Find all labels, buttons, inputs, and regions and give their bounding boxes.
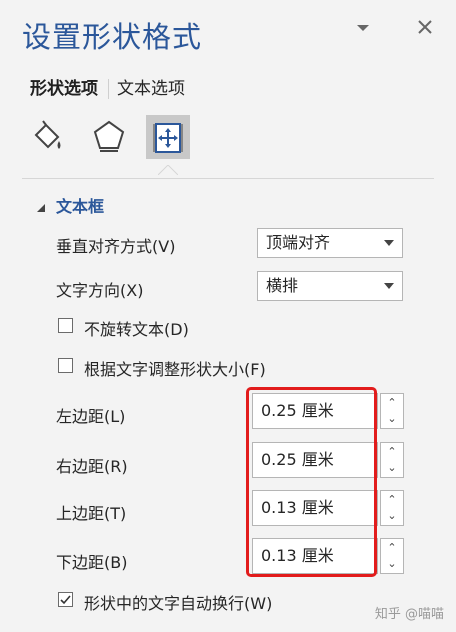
tab-separator: [108, 79, 109, 99]
no-rotate-checkbox[interactable]: [58, 318, 73, 333]
dropdown-arrow-icon: [384, 240, 394, 246]
right-margin-spinner[interactable]: ⌃ ⌄: [380, 442, 404, 478]
category-icon-row: [24, 115, 224, 175]
no-rotate-label[interactable]: 不旋转文本(D): [84, 316, 189, 340]
top-margin-spinner[interactable]: ⌃ ⌄: [380, 490, 404, 526]
vertical-align-label: 垂直对齐方式(V): [56, 237, 176, 256]
spin-down-icon[interactable]: ⌄: [381, 557, 403, 570]
tab-text-options[interactable]: 文本选项: [117, 74, 195, 99]
close-icon: [418, 20, 432, 34]
dropdown-arrow-icon: [384, 283, 394, 289]
active-tab-pointer: [158, 165, 178, 175]
spin-up-icon[interactable]: ⌃: [381, 493, 403, 506]
section-divider: [22, 178, 434, 179]
pentagon-icon: [93, 120, 125, 152]
spin-up-icon[interactable]: ⌃: [381, 445, 403, 458]
spin-down-icon[interactable]: ⌄: [381, 461, 403, 474]
wrap-text-label[interactable]: 形状中的文字自动换行(W): [84, 590, 272, 614]
spin-down-icon[interactable]: ⌄: [381, 412, 403, 425]
autofit-label[interactable]: 根据文字调整形状大小(F): [84, 356, 266, 380]
highlight-box: [246, 387, 377, 577]
top-margin-label: 上边距(T): [56, 504, 127, 523]
fill-line-button[interactable]: [26, 115, 70, 159]
left-margin-spinner[interactable]: ⌃ ⌄: [380, 393, 404, 429]
text-direction-value: 横排: [266, 276, 299, 295]
text-direction-label: 文字方向(X): [56, 281, 144, 300]
left-margin-label: 左边距(L): [56, 407, 126, 426]
section-textbox-header[interactable]: 文本框: [56, 193, 104, 217]
spin-up-icon[interactable]: ⌃: [381, 396, 403, 409]
bottom-margin-spinner[interactable]: ⌃ ⌄: [380, 538, 404, 574]
collapse-triangle-icon[interactable]: [36, 198, 46, 217]
vertical-align-dropdown[interactable]: 顶端对齐: [257, 228, 403, 258]
close-button[interactable]: [412, 14, 438, 40]
paint-bucket-icon: [34, 120, 61, 149]
chevron-down-icon: [357, 25, 369, 31]
bottom-margin-label: 下边距(B): [56, 553, 128, 572]
spin-up-icon[interactable]: ⌃: [381, 541, 403, 554]
wrap-text-checkbox[interactable]: [58, 592, 73, 607]
effects-button[interactable]: [87, 115, 131, 159]
vertical-align-value: 顶端对齐: [266, 233, 331, 252]
spin-down-icon[interactable]: ⌄: [381, 509, 403, 522]
size-properties-icon: [153, 123, 183, 153]
checkmark-icon: [60, 595, 71, 605]
watermark: 知乎 @喵喵: [374, 607, 444, 622]
tab-shape-options[interactable]: 形状选项: [30, 74, 108, 99]
panel-options-button[interactable]: [350, 14, 376, 40]
autofit-checkbox[interactable]: [58, 358, 73, 373]
right-margin-label: 右边距(R): [56, 457, 128, 476]
option-tabs: 形状选项 文本选项: [30, 74, 195, 99]
panel-title: 设置形状格式: [22, 20, 203, 54]
size-properties-button[interactable]: [146, 115, 190, 159]
text-direction-dropdown[interactable]: 横排: [257, 271, 403, 301]
